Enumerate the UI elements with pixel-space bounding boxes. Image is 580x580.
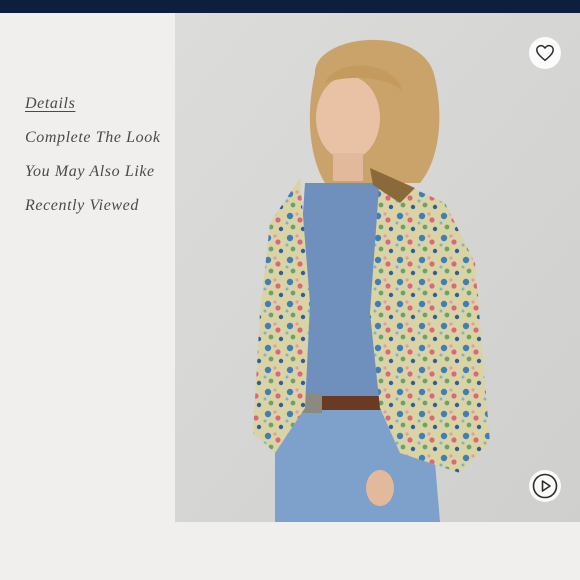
nav-item-details[interactable]: Details xyxy=(25,95,75,113)
product-image[interactable] xyxy=(175,13,580,522)
nav-item-you-may-also-like[interactable]: You May Also Like xyxy=(25,163,155,181)
product-section-nav: Details Complete The Look You May Also L… xyxy=(0,13,175,522)
top-header-bar xyxy=(0,0,580,13)
play-icon xyxy=(532,473,558,499)
video-play-button[interactable] xyxy=(529,470,561,502)
nav-item-recently-viewed[interactable]: Recently Viewed xyxy=(25,197,139,215)
nav-item-complete-the-look[interactable]: Complete The Look xyxy=(25,129,161,147)
product-photo-illustration xyxy=(175,13,580,522)
heart-icon xyxy=(536,44,554,62)
favorite-button[interactable] xyxy=(529,37,561,69)
bottom-whitespace xyxy=(0,522,580,580)
